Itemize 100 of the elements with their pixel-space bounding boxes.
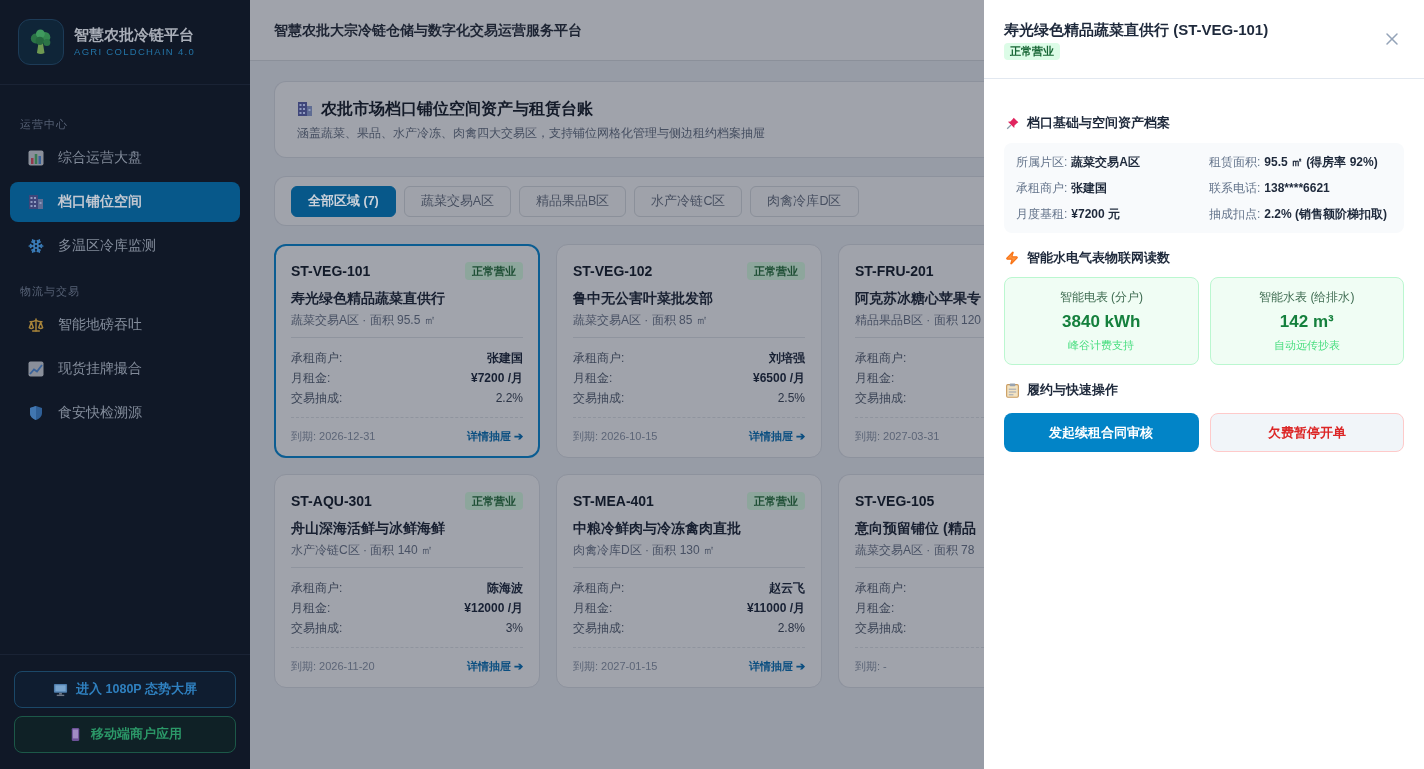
info-label: 所属片区: <box>1016 154 1068 171</box>
clipboard-icon <box>1006 382 1019 398</box>
field-label: 承租商户: <box>291 580 343 597</box>
stall-location: 蔬菜交易A区 · 面积 78 <box>855 542 975 558</box>
stall-card[interactable]: ST-MEA-401 正常营业 中粮冷鲜肉与冷冻禽肉直批 肉禽冷库D区 · 面积 130 ㎡ 承租商户: 赵云飞 月租金: ¥11000 /月 交易抽成: 2.8% 到期: 2027-01-15 详情抽屉 ➔ <box>556 474 822 688</box>
status-badge: 正常营业 <box>1004 43 1060 60</box>
sidebar-button[interactable]: 进入 1080P 态势大屏 <box>14 671 236 708</box>
meter-note: 自动远传抄表 <box>1273 338 1340 353</box>
field-value: 2.5% <box>777 390 805 407</box>
meter-reading: 3840 kWh <box>1062 311 1141 333</box>
stall-location: 肉禽冷库D区 · 面积 130 ㎡ <box>573 542 716 558</box>
expiry-date: 到期: 2026-10-15 <box>573 428 658 444</box>
field-label: 交易抽成: <box>855 390 907 407</box>
line-chart-icon <box>28 361 44 377</box>
stall-code: ST-AQU-301 <box>291 492 372 510</box>
section-title: 档口基础与空间资产档案 <box>1027 114 1170 132</box>
brand-title: 智慧农批冷链平台 <box>74 25 195 45</box>
nav-item[interactable]: 食安快检溯源 <box>10 393 240 433</box>
expiry-date: 到期: 2026-11-20 <box>291 658 375 674</box>
field-value: 3% <box>505 620 523 637</box>
field-label: 交易抽成: <box>573 620 625 637</box>
building-icon <box>297 101 313 117</box>
expiry-date: 到期: 2026-12-31 <box>291 428 376 444</box>
meter-note: 峰谷计费支持 <box>1068 338 1135 353</box>
stall-card[interactable]: ST-AQU-301 正常营业 舟山深海活鲜与冰鲜海鲜 水产冷链C区 · 面积 140 ㎡ 承租商户: 陈海波 月租金: ¥12000 /月 交易抽成: 3% 到期: 2026-11-20 详情抽屉 ➔ <box>274 474 540 688</box>
field-value: 张建国 <box>487 350 523 367</box>
nav-item[interactable]: 多温区冷库监测 <box>10 226 240 266</box>
zone-tab[interactable]: 肉禽冷库D区 <box>750 185 859 217</box>
field-value: 刘培强 <box>769 350 805 367</box>
field-value: ¥12000 /月 <box>464 600 523 617</box>
zone-tab[interactable]: 蔬菜交易A区 <box>403 185 512 217</box>
status-badge: 正常营业 <box>747 492 805 510</box>
field-label: 月租金: <box>291 370 331 387</box>
stall-location: 水产冷链C区 · 面积 140 ㎡ <box>291 542 434 558</box>
details-link[interactable]: 详情抽屉 ➔ <box>466 657 523 675</box>
stall-card[interactable]: ST-VEG-102 正常营业 鲁中无公害叶菜批发部 蔬菜交易A区 · 面积 85 ㎡ 承租商户: 刘培强 月租金: ¥6500 /月 交易抽成: 2.5% 到期: 2026-10-15 详情抽屉 ➔ <box>556 244 822 458</box>
info-value: 138****6621 <box>1264 180 1330 197</box>
info-value: ¥7200 元 <box>1071 206 1121 223</box>
stall-code: ST-VEG-102 <box>573 262 653 280</box>
stall-card[interactable]: ST-VEG-101 正常营业 寿光绿色精品蔬菜直供行 蔬菜交易A区 · 面积 95.5 ㎡ 承租商户: 张建国 月租金: ¥7200 /月 交易抽成: 2.2% 到期: 2026-12-31 详情抽屉 ➔ <box>274 244 540 458</box>
nav-section-label: 物流与交易 <box>19 284 81 299</box>
lightning-icon <box>1005 251 1019 265</box>
sidebar-button[interactable]: 移动端商户应用 <box>14 716 236 753</box>
field-value: ¥11000 /月 <box>746 600 805 617</box>
action-button[interactable]: 发起续租合同审核 <box>1004 413 1199 452</box>
field-label: 月租金: <box>573 600 613 617</box>
field-label: 承租商户: <box>291 350 343 367</box>
section-title: 智能水电气表物联网读数 <box>1027 249 1170 267</box>
zone-tab[interactable]: 水产冷链C区 <box>634 185 743 217</box>
details-link[interactable]: 详情抽屉 ➔ <box>466 427 523 445</box>
info-label: 承租商户: <box>1016 180 1068 197</box>
details-link[interactable]: 详情抽屉 ➔ <box>748 427 805 445</box>
scales-icon <box>28 317 44 333</box>
brand-subtitle: AGRI COLDCHAIN 4.0 <box>74 45 196 59</box>
field-label: 月租金: <box>855 600 895 617</box>
field-label: 承租商户: <box>855 580 907 597</box>
field-value: 赵云飞 <box>769 580 805 597</box>
stall-code: ST-VEG-105 <box>855 492 935 510</box>
drawer-title: 寿光绿色精品蔬菜直供行 (ST-VEG-101) <box>1004 20 1269 40</box>
nav-item[interactable]: 档口铺位空间 <box>10 182 240 222</box>
stall-location: 精品果品B区 · 面积 120 <box>855 312 982 328</box>
zone-tab[interactable]: 全部区域 (7) <box>291 185 396 217</box>
field-value: 陈海波 <box>487 580 523 597</box>
stall-card[interactable]: ST-FRU-201 阿克苏冰糖心苹果专 精品果品B区 · 面积 120 承租商户: 月租金: 交易抽成: 到期: 2027-03-31 <box>838 244 984 458</box>
info-label: 月度基租: <box>1016 206 1068 223</box>
field-label: 月租金: <box>291 600 331 617</box>
stall-name: 阿克苏冰糖心苹果专 <box>855 289 981 308</box>
stall-name: 舟山深海活鲜与冰鲜海鲜 <box>291 519 445 538</box>
action-button[interactable]: 欠费暂停开单 <box>1209 413 1404 452</box>
field-label: 月租金: <box>573 370 613 387</box>
field-value: 2.2% <box>495 390 523 407</box>
page-subtitle: 涵盖蔬菜、果品、水产冷冻、肉禽四大交易区，支持铺位网格化管理与侧边租约档案抽屉 <box>297 125 765 141</box>
expiry-date: 到期: 2027-01-15 <box>573 658 658 674</box>
stall-code: ST-VEG-101 <box>291 262 371 280</box>
info-value: 张建国 <box>1071 180 1108 197</box>
nav-item[interactable]: 综合运营大盘 <box>10 138 240 178</box>
info-label: 租赁面积: <box>1209 154 1261 171</box>
field-label: 月租金: <box>855 370 895 387</box>
info-label: 抽成扣点: <box>1209 206 1261 223</box>
monitor-icon <box>53 682 69 697</box>
status-badge: 正常营业 <box>747 262 805 280</box>
status-badge: 正常营业 <box>465 492 523 510</box>
stall-code: ST-FRU-201 <box>855 262 934 280</box>
field-label: 承租商户: <box>573 350 625 367</box>
field-label: 承租商户: <box>573 580 625 597</box>
info-value: 95.5 ㎡ (得房率 92%) <box>1264 154 1378 171</box>
pushpin-icon <box>1006 116 1019 130</box>
stall-card[interactable]: ST-VEG-105 意向预留铺位 (精品 蔬菜交易A区 · 面积 78 承租商户: 月租金: 交易抽成: 到期: - <box>838 474 984 688</box>
status-badge: 正常营业 <box>465 262 523 280</box>
zone-tab[interactable]: 精品果品B区 <box>519 185 627 217</box>
broccoli-logo-icon <box>18 19 64 65</box>
nav-item[interactable]: 现货挂牌撮合 <box>10 349 240 389</box>
page-title: 农批市场档口铺位空间资产与租赁台账 <box>321 99 593 119</box>
expiry-date: 到期: 2027-03-31 <box>855 428 940 444</box>
field-value: ¥7200 /月 <box>470 370 523 387</box>
meter-reading: 142 m³ <box>1279 311 1334 333</box>
stall-code: ST-MEA-401 <box>573 492 654 510</box>
nav-item[interactable]: 智能地磅吞吐 <box>10 305 240 345</box>
details-link[interactable]: 详情抽屉 ➔ <box>748 657 805 675</box>
nav-section-label: 运营中心 <box>19 117 69 132</box>
